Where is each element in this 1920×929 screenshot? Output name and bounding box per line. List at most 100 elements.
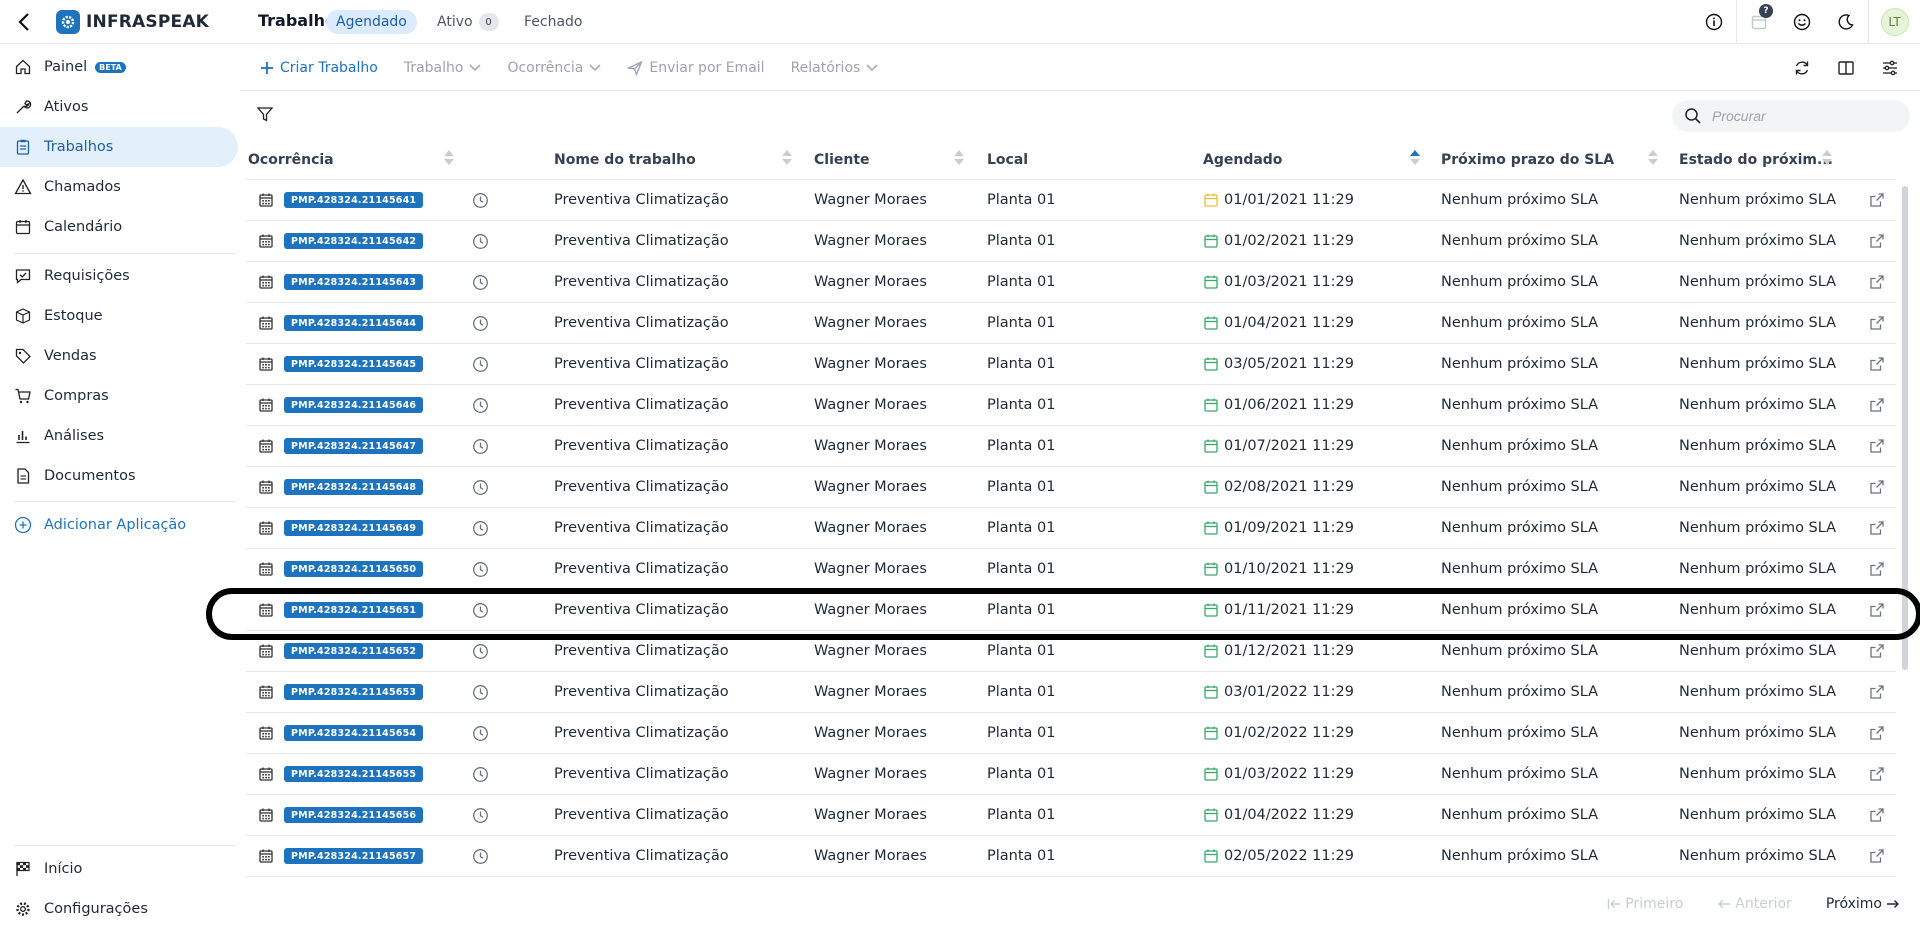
occurrence-code-badge[interactable]: PMP.428324.21145656 (284, 807, 424, 823)
add-application-button[interactable]: Adicionar Aplicação (0, 505, 238, 545)
table-row[interactable]: PMP.428324.21145654 Preventiva Climatizaç… (246, 713, 1896, 754)
filter-icon[interactable] (256, 105, 274, 123)
dark-mode-button[interactable] (1824, 0, 1868, 44)
clock-icon[interactable] (472, 262, 489, 302)
occurrence-code-badge[interactable]: PMP.428324.21145646 (284, 397, 424, 413)
sort-cliente-icon[interactable] (954, 150, 964, 165)
open-external-icon[interactable] (1869, 713, 1885, 753)
clock-icon[interactable] (472, 385, 489, 425)
open-external-icon[interactable] (1869, 672, 1885, 712)
open-external-icon[interactable] (1869, 795, 1885, 835)
table-row[interactable]: PMP.428324.21145642 Preventiva Climatizaç… (246, 221, 1896, 262)
user-menu-button[interactable]: LT (1868, 0, 1920, 44)
clock-icon[interactable] (472, 221, 489, 261)
open-external-icon[interactable] (1869, 631, 1885, 671)
table-row[interactable]: PMP.428324.21145643 Preventiva Climatizaç… (246, 262, 1896, 303)
clock-icon[interactable] (472, 672, 489, 712)
sidebar-item-documentos[interactable]: Documentos (0, 456, 238, 496)
clock-icon[interactable] (472, 303, 489, 343)
table-row[interactable]: PMP.428324.21145655 Preventiva Climatizaç… (246, 754, 1896, 795)
open-external-icon[interactable] (1869, 754, 1885, 794)
reports-dropdown[interactable]: Relatórios (791, 60, 879, 76)
job-dropdown[interactable]: Trabalho (404, 60, 482, 76)
clock-icon[interactable] (472, 713, 489, 753)
tab-fechado[interactable]: Fechado (524, 10, 583, 34)
next-page-button[interactable]: Próximo (1826, 896, 1900, 912)
clock-icon[interactable] (472, 180, 489, 220)
first-page-button[interactable]: Primeiro (1607, 896, 1683, 912)
sidebar-item-inicio[interactable]: Início (0, 849, 238, 889)
occurrence-code-badge[interactable]: PMP.428324.21145655 (284, 766, 424, 782)
split-view-button[interactable] (1826, 54, 1866, 82)
search-input[interactable] (1712, 108, 1892, 124)
sidebar-item-calendario[interactable]: Calendário (0, 207, 238, 247)
open-external-icon[interactable] (1869, 344, 1885, 384)
open-external-icon[interactable] (1869, 262, 1885, 302)
occurrence-code-badge[interactable]: PMP.428324.21145653 (284, 684, 424, 700)
clock-icon[interactable] (472, 344, 489, 384)
occurrence-code-badge[interactable]: PMP.428324.21145651 (284, 602, 424, 618)
create-job-button[interactable]: Criar Trabalho (260, 60, 378, 76)
column-header-ocorrencia[interactable]: Ocorrência (248, 152, 334, 168)
sidebar-item-configuracoes[interactable]: Configurações (0, 889, 238, 929)
table-scrollbar[interactable] (1902, 186, 1908, 670)
info-button[interactable] (1692, 0, 1736, 44)
table-row[interactable]: PMP.428324.21145647 Preventiva Climatizaç… (246, 426, 1896, 467)
columns-settings-button[interactable] (1870, 54, 1910, 82)
table-row[interactable]: PMP.428324.21145652 Preventiva Climatizaç… (246, 631, 1896, 672)
occurrence-code-badge[interactable]: PMP.428324.21145642 (284, 233, 424, 249)
clock-icon[interactable] (472, 426, 489, 466)
sidebar-item-chamados[interactable]: Chamados (0, 167, 238, 207)
occurrence-code-badge[interactable]: PMP.428324.21145650 (284, 561, 424, 577)
occurrence-code-badge[interactable]: PMP.428324.21145644 (284, 315, 424, 331)
back-button[interactable] (12, 10, 36, 34)
column-header-local[interactable]: Local (987, 152, 1028, 168)
table-row[interactable]: PMP.428324.21145648 Preventiva Climatizaç… (246, 467, 1896, 508)
table-row[interactable]: PMP.428324.21145641 Preventiva Climatizaç… (246, 180, 1896, 221)
sort-ocorrencia-icon[interactable] (444, 150, 454, 165)
clock-icon[interactable] (472, 467, 489, 507)
refresh-button[interactable] (1782, 54, 1822, 82)
table-row[interactable]: PMP.428324.21145646 Preventiva Climatizaç… (246, 385, 1896, 426)
sidebar-item-painel[interactable]: Painel BETA (0, 47, 238, 87)
occurrence-code-badge[interactable]: PMP.428324.21145643 (284, 274, 424, 290)
logo[interactable]: INFRASPEAK (56, 10, 209, 34)
sidebar-item-requisicoes[interactable]: Requisições (0, 256, 238, 296)
sort-sla-icon[interactable] (1648, 150, 1658, 165)
sidebar-item-trabalhos[interactable]: Trabalhos (0, 127, 238, 167)
occurrence-code-badge[interactable]: PMP.428324.21145648 (284, 479, 424, 495)
table-row[interactable]: PMP.428324.21145650 Preventiva Climatizaç… (246, 549, 1896, 590)
open-external-icon[interactable] (1869, 303, 1885, 343)
open-external-icon[interactable] (1869, 508, 1885, 548)
open-external-icon[interactable] (1869, 590, 1885, 630)
clock-icon[interactable] (472, 631, 489, 671)
occurrence-code-badge[interactable]: PMP.428324.21145654 (284, 725, 424, 741)
previous-page-button[interactable]: Anterior (1717, 896, 1792, 912)
clock-icon[interactable] (472, 795, 489, 835)
column-header-agendado[interactable]: Agendado (1203, 152, 1282, 168)
clock-icon[interactable] (472, 508, 489, 548)
open-external-icon[interactable] (1869, 180, 1885, 220)
feedback-button[interactable] (1780, 0, 1824, 44)
notifications-button[interactable]: ? (1736, 0, 1780, 44)
tab-ativo[interactable]: Ativo 0 (437, 10, 499, 34)
occurrence-code-badge[interactable]: PMP.428324.21145657 (284, 848, 424, 864)
sidebar-item-vendas[interactable]: Vendas (0, 336, 238, 376)
open-external-icon[interactable] (1869, 836, 1885, 876)
sidebar-item-compras[interactable]: Compras (0, 376, 238, 416)
open-external-icon[interactable] (1869, 426, 1885, 466)
table-row[interactable]: PMP.428324.21145656 Preventiva Climatizaç… (246, 795, 1896, 836)
tab-agendado[interactable]: Agendado (326, 10, 417, 34)
occurrence-code-badge[interactable]: PMP.428324.21145652 (284, 643, 424, 659)
table-row[interactable]: PMP.428324.21145651 Preventiva Climatizaç… (246, 590, 1896, 631)
open-external-icon[interactable] (1869, 385, 1885, 425)
sort-agendado-icon[interactable] (1410, 150, 1420, 165)
sidebar-item-analises[interactable]: Análises (0, 416, 238, 456)
table-row[interactable]: PMP.428324.21145653 Preventiva Climatizaç… (246, 672, 1896, 713)
occurrence-code-badge[interactable]: PMP.428324.21145649 (284, 520, 424, 536)
table-row[interactable]: PMP.428324.21145644 Preventiva Climatizaç… (246, 303, 1896, 344)
table-row[interactable]: PMP.428324.21145657 Preventiva Climatizaç… (246, 836, 1896, 877)
clock-icon[interactable] (472, 549, 489, 589)
clock-icon[interactable] (472, 754, 489, 794)
clock-icon[interactable] (472, 590, 489, 630)
